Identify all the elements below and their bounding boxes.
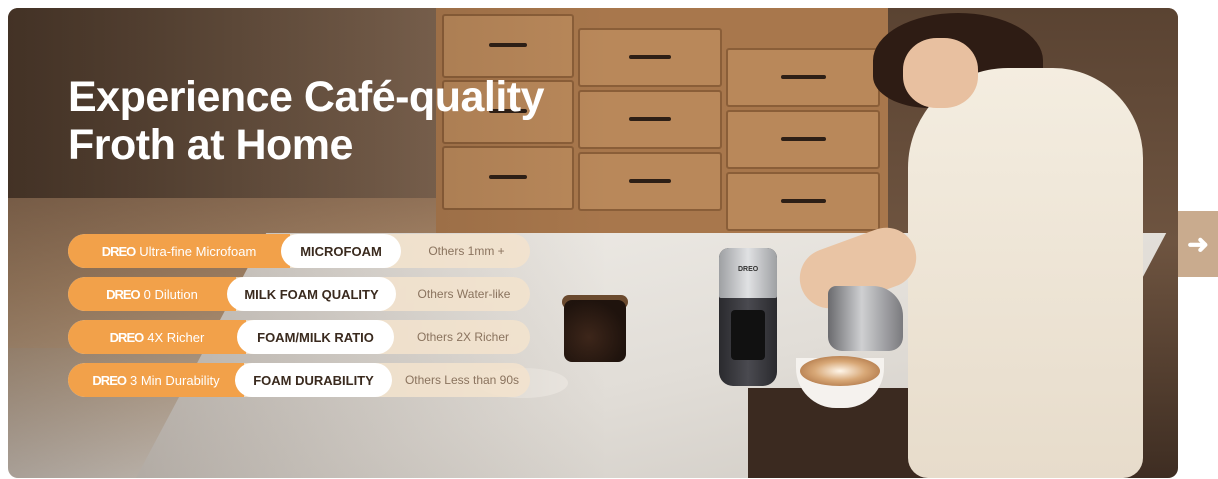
others-value: Others 1mm + xyxy=(428,244,505,258)
frother-logo: DREO xyxy=(738,266,759,273)
comparison-row-microfoam: DREO Ultra-fine Microfoam MICROFOAM Othe… xyxy=(68,234,530,268)
dreo-logo: DREO xyxy=(106,286,141,302)
comparison-label: FOAM/MILK RATIO xyxy=(237,320,394,354)
dresser-drawer xyxy=(726,48,880,107)
headline: Experience Café-quality Froth at Home xyxy=(68,73,545,169)
frother-control-panel xyxy=(731,310,765,360)
dresser-drawer xyxy=(726,172,880,231)
dreo-claim-text: Ultra-fine Microfoam xyxy=(139,243,257,259)
milk-pitcher xyxy=(828,286,903,351)
comparison-label: MICROFOAM xyxy=(281,234,401,268)
dreo-claim: DREO 4X Richer xyxy=(68,320,246,354)
dresser-drawer xyxy=(726,110,880,169)
carousel-next-button[interactable]: ➜ xyxy=(1178,211,1218,277)
person-face xyxy=(903,38,978,108)
milk-frother-product: DREO xyxy=(719,248,777,386)
dreo-claim: DREO 0 Dilution xyxy=(68,277,236,311)
dreo-claim-text: 3 Min Durability xyxy=(129,372,220,388)
person xyxy=(908,68,1143,478)
headline-line-2: Froth at Home xyxy=(68,121,353,169)
latte-art xyxy=(800,356,880,386)
dreo-claim: DREO 3 Min Durability xyxy=(68,363,244,397)
others-value: Others 2X Richer xyxy=(416,330,510,344)
dreo-claim: DREO Ultra-fine Microfoam xyxy=(68,234,290,268)
dreo-claim-text: 4X Richer xyxy=(147,329,205,345)
dreo-logo: DREO xyxy=(92,372,127,388)
comparison-row-foam-durability: DREO 3 Min Durability FOAM DURABILITY Ot… xyxy=(68,363,530,397)
headline-line-1: Experience Café-quality xyxy=(68,73,545,121)
dreo-claim-text: 0 Dilution xyxy=(143,286,198,302)
comparison-label: FOAM DURABILITY xyxy=(235,363,392,397)
arrow-right-icon: ➜ xyxy=(1187,228,1209,259)
comparison-label: MILK FOAM QUALITY xyxy=(227,277,396,311)
frother-lid xyxy=(719,248,777,298)
others-value: Others Less than 90s xyxy=(404,373,520,387)
others-value: Others Water-like xyxy=(417,287,511,301)
dreo-logo: DREO xyxy=(101,243,137,259)
comparison-row-foam-milk-ratio: DREO 4X Richer FOAM/MILK RATIO Others 2X… xyxy=(68,320,530,354)
dreo-logo: DREO xyxy=(109,329,145,345)
comparison-row-milk-foam-quality: DREO 0 Dilution MILK FOAM QUALITY Others… xyxy=(68,277,530,311)
